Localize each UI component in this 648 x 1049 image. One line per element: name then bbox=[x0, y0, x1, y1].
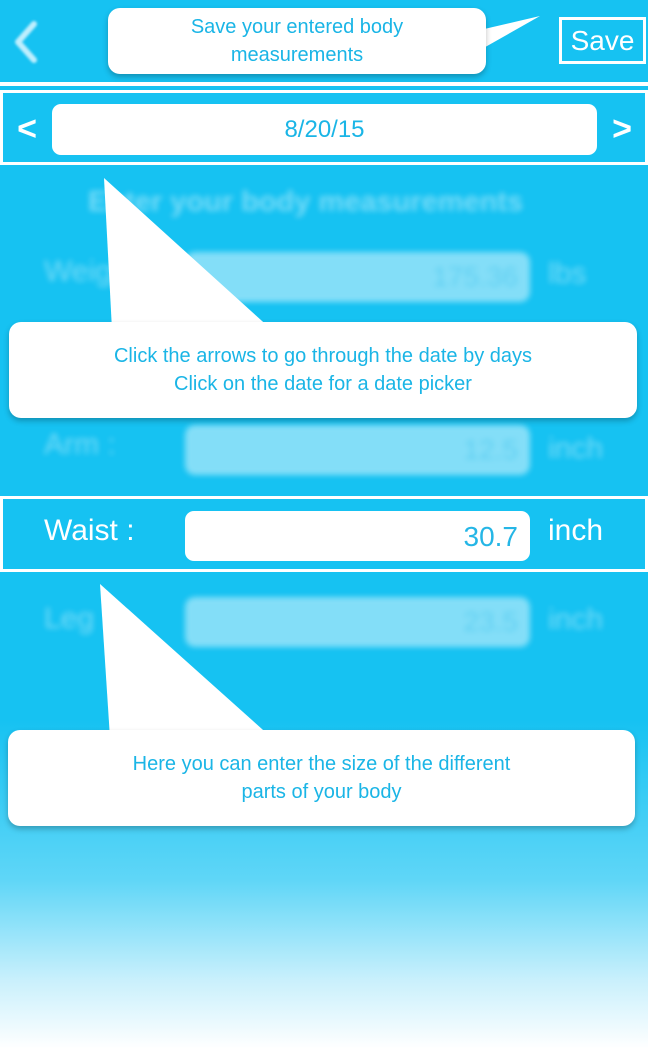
save-tip-line2: measurements bbox=[230, 44, 364, 66]
save-tip-pointer bbox=[480, 16, 540, 50]
save-tip-line1: Save your entered body bbox=[190, 16, 404, 38]
body-tip-callout: Here you can enter the size of the diffe… bbox=[8, 730, 635, 826]
callout-pointers bbox=[100, 16, 540, 738]
date-tip-pointer bbox=[104, 178, 272, 330]
body-tip-line2: parts of your body bbox=[241, 781, 402, 803]
date-tip-line1: Click the arrows to go through the date … bbox=[113, 345, 532, 367]
body-tip-line1: Here you can enter the size of the diffe… bbox=[132, 753, 511, 775]
date-tip-line2: Click on the date for a date picker bbox=[174, 373, 472, 395]
save-tip-callout: Save your entered body measurements bbox=[108, 8, 486, 74]
body-tip-pointer bbox=[100, 584, 272, 738]
date-tip-callout: Click the arrows to go through the date … bbox=[9, 322, 637, 418]
